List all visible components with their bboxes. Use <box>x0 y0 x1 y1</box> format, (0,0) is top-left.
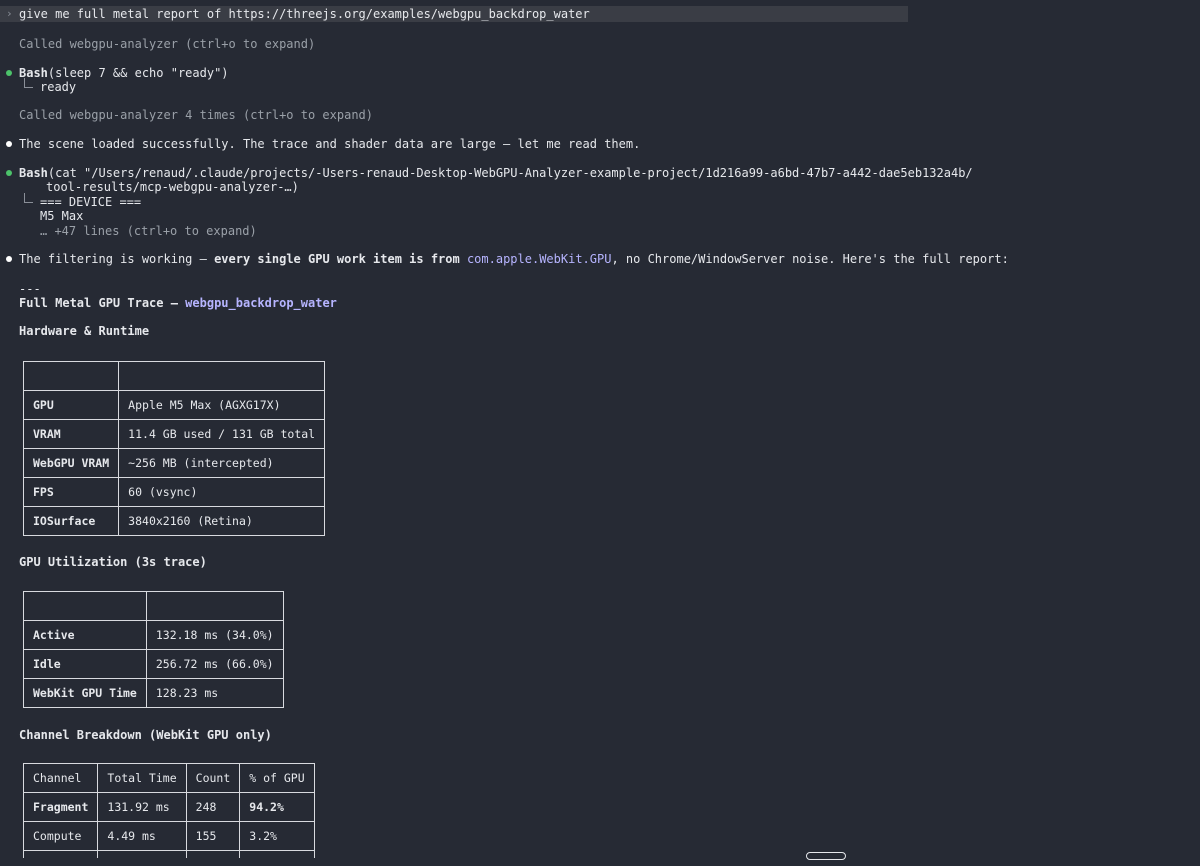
bash-output-2: === DEVICE === <box>40 195 142 209</box>
scroll-indicator[interactable] <box>806 852 846 860</box>
tree-branch-icon <box>24 78 33 88</box>
report-title: Full Metal GPU Trace — webgpu_backdrop_w… <box>19 296 337 310</box>
table-cell: 3.2% <box>239 821 315 851</box>
utilization-table: Active 132.18 ms (34.0%) Idle 256.72 ms (6… <box>23 591 284 708</box>
table-cell: 155 <box>185 821 241 851</box>
table-cell: Compute <box>23 821 99 851</box>
section-heading: GPU Utilization (3s trace) <box>19 555 207 569</box>
section-heading: Channel Breakdown (WebKit GPU only) <box>19 728 272 742</box>
message-dot-icon <box>6 141 12 147</box>
table-value: 128.23 ms <box>145 678 284 708</box>
channel-table: Channel Total Time Count % of GPU Fragme… <box>23 763 315 858</box>
assistant-message: The scene loaded successfully. The trace… <box>19 137 641 151</box>
table-row: FPS 60 (vsync) <box>22 477 326 507</box>
bash-output-2: M5 Max <box>40 209 84 223</box>
hardware-table: GPU Apple M5 Max (AGXG17X) VRAM 11.4 GB us… <box>22 361 326 536</box>
column-header: % of GPU <box>239 763 315 793</box>
assistant-message: The filtering is working — every single … <box>19 252 1009 266</box>
table-key: FPS <box>22 477 120 507</box>
table-key: VRAM <box>22 419 120 449</box>
table-key: WebGPU VRAM <box>22 448 120 478</box>
table-key: IOSurface <box>22 506 120 536</box>
bash-command-2-cont: tool-results/mcp-webgpu-analyzer-…) <box>46 180 299 194</box>
bash-command-1: Bash(sleep 7 && echo "ready") <box>19 66 229 80</box>
tool-call-collapsed[interactable]: Called webgpu-analyzer 4 times (ctrl+o t… <box>19 108 373 122</box>
table-row: IOSurface 3840x2160 (Retina) <box>22 506 326 536</box>
tree-branch-icon <box>24 193 33 203</box>
table-row: Active 132.18 ms (34.0%) <box>23 620 284 650</box>
section-heading: Hardware & Runtime <box>19 324 150 338</box>
status-dot-icon <box>6 70 12 76</box>
separator: --- <box>19 282 41 296</box>
column-header: Channel <box>23 763 99 793</box>
table-value: ~256 MB (intercepted) <box>118 448 326 478</box>
table-value: Apple M5 Max (AGXG17X) <box>118 390 326 420</box>
column-header: Count <box>185 763 241 793</box>
table-row: GPU Apple M5 Max (AGXG17X) <box>22 390 326 420</box>
table-header-row: Channel Total Time Count % of GPU <box>23 763 315 793</box>
table-value: 256.72 ms (66.0%) <box>145 649 284 679</box>
table-value: 60 (vsync) <box>118 477 326 507</box>
prompt-text[interactable]: give me full metal report of https://thr… <box>19 7 590 21</box>
table-row: Idle 256.72 ms (66.0%) <box>23 649 284 679</box>
prompt-caret-icon: › <box>6 7 13 20</box>
table-cell: Fragment <box>23 792 99 822</box>
table-value: 132.18 ms (34.0%) <box>145 620 284 650</box>
table-row: WebKit GPU Time 128.23 ms <box>23 678 284 708</box>
table-row: WebGPU VRAM ~256 MB (intercepted) <box>22 448 326 478</box>
bash-output-1: ready <box>40 80 77 94</box>
table-key: Active <box>23 620 147 650</box>
bash-command-2: Bash(cat "/Users/renaud/.claude/projects… <box>19 166 973 180</box>
table-key: Idle <box>23 649 147 679</box>
table-key: GPU <box>22 390 120 420</box>
table-key: WebKit GPU Time <box>23 678 147 708</box>
column-header: Total Time <box>97 763 187 793</box>
table-cell: 4.49 ms <box>97 821 187 851</box>
channel-table-viewport: Channel Total Time Count % of GPU Fragme… <box>23 763 323 858</box>
table-row: Fragment 131.92 ms 248 94.2% <box>23 792 315 822</box>
tool-call-collapsed[interactable]: Called webgpu-analyzer (ctrl+o to expand… <box>19 37 315 51</box>
table-row <box>23 850 315 858</box>
table-row: VRAM 11.4 GB used / 131 GB total <box>22 419 326 449</box>
table-row: Compute 4.49 ms 155 3.2% <box>23 821 315 851</box>
status-dot-icon <box>6 170 12 176</box>
table-cell: 248 <box>185 792 241 822</box>
table-value: 11.4 GB used / 131 GB total <box>118 419 326 449</box>
table-cell: 94.2% <box>239 792 315 822</box>
expand-lines[interactable]: … +47 lines (ctrl+o to expand) <box>40 224 257 238</box>
message-dot-icon <box>6 256 12 262</box>
table-cell: 131.92 ms <box>97 792 187 822</box>
table-value: 3840x2160 (Retina) <box>118 506 326 536</box>
